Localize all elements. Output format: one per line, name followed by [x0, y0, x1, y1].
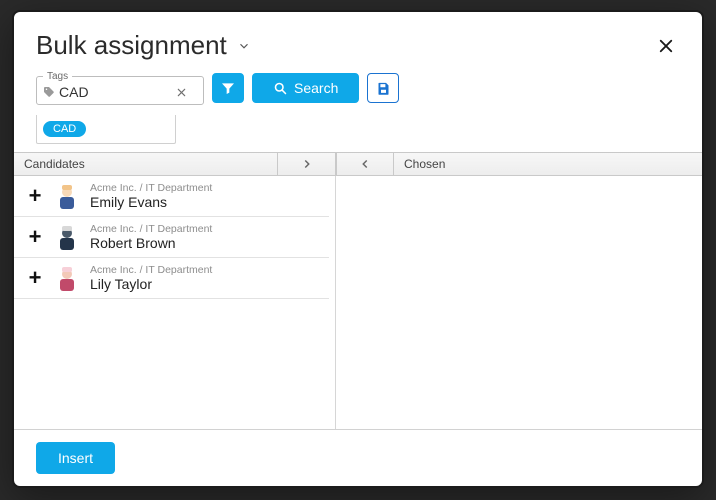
lists-body: + Acme Inc. / IT Department Emily Evans …	[14, 176, 702, 429]
close-button[interactable]	[652, 32, 680, 60]
chip-container: CAD	[36, 115, 176, 144]
add-candidate-button[interactable]: +	[26, 185, 44, 207]
candidates-list: + Acme Inc. / IT Department Emily Evans …	[14, 176, 336, 429]
candidate-row[interactable]: + Acme Inc. / IT Department Lily Taylor	[14, 258, 329, 299]
dialog-title: Bulk assignment	[36, 30, 227, 61]
search-button-label: Search	[294, 80, 338, 96]
tag-icon	[43, 86, 55, 98]
chosen-header: Chosen	[394, 153, 702, 175]
filter-button[interactable]	[212, 73, 244, 103]
candidate-company: Acme Inc. / IT Department	[90, 223, 212, 235]
bulk-assignment-dialog: Bulk assignment Tags	[12, 10, 704, 488]
move-right-button[interactable]	[278, 153, 336, 175]
insert-button[interactable]: Insert	[36, 442, 115, 474]
columns-header: Candidates Chosen	[14, 152, 702, 176]
search-button[interactable]: Search	[252, 73, 359, 103]
tags-input[interactable]	[59, 84, 169, 100]
candidate-company: Acme Inc. / IT Department	[90, 182, 212, 194]
dialog-header: Bulk assignment	[14, 12, 702, 71]
search-row: Tags Search	[14, 71, 702, 111]
avatar	[56, 224, 78, 250]
candidate-name: Robert Brown	[90, 235, 212, 251]
candidate-row[interactable]: + Acme Inc. / IT Department Emily Evans	[14, 176, 329, 217]
selected-tags-row: CAD	[14, 111, 702, 152]
avatar	[56, 183, 78, 209]
candidate-name: Lily Taylor	[90, 276, 212, 292]
candidates-header: Candidates	[14, 153, 278, 175]
clear-input-button[interactable]	[173, 84, 189, 100]
candidate-company: Acme Inc. / IT Department	[90, 264, 212, 276]
tags-field: Tags	[36, 71, 204, 105]
add-candidate-button[interactable]: +	[26, 267, 44, 289]
move-left-button[interactable]	[336, 153, 394, 175]
avatar	[56, 265, 78, 291]
add-candidate-button[interactable]: +	[26, 226, 44, 248]
chosen-list	[336, 176, 702, 429]
tags-legend: Tags	[43, 71, 72, 82]
dialog-footer: Insert	[14, 429, 702, 486]
tag-chip[interactable]: CAD	[43, 121, 86, 137]
chevron-down-icon[interactable]	[237, 39, 251, 53]
candidate-name: Emily Evans	[90, 194, 212, 210]
candidate-row[interactable]: + Acme Inc. / IT Department Robert Brown	[14, 217, 329, 258]
save-button[interactable]	[367, 73, 399, 103]
